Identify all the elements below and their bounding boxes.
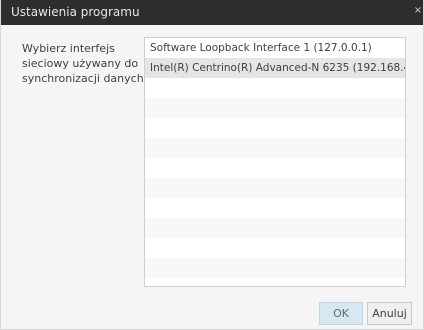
close-icon[interactable]: × — [413, 4, 423, 18]
empty-list-row — [145, 158, 405, 178]
empty-list-row — [145, 258, 405, 278]
empty-list-row — [145, 198, 405, 218]
empty-list-row — [145, 218, 405, 238]
empty-list-row — [145, 118, 405, 138]
network-interface-label: Wybierz interfejs sieciowy używany do sy… — [22, 42, 144, 85]
empty-list-row — [145, 178, 405, 198]
list-item-selected[interactable]: Intel(R) Centrino(R) Advanced-N 6235 (19… — [145, 58, 405, 78]
network-interface-list[interactable]: Software Loopback Interface 1 (127.0.0.1… — [144, 37, 406, 287]
settings-window: Ustawienia programu × Wybierz interfejs … — [0, 0, 424, 330]
list-item[interactable]: Software Loopback Interface 1 (127.0.0.1… — [145, 38, 405, 58]
empty-list-row — [145, 238, 405, 258]
window-titlebar[interactable]: Ustawienia programu × — [1, 0, 423, 25]
empty-list-row — [145, 278, 405, 286]
cancel-button[interactable]: Anuluj — [367, 302, 412, 325]
empty-list-row — [145, 98, 405, 118]
ok-button[interactable]: OK — [319, 302, 363, 325]
window-title: Ustawienia programu — [11, 5, 140, 19]
empty-list-row — [145, 138, 405, 158]
empty-list-row — [145, 78, 405, 98]
